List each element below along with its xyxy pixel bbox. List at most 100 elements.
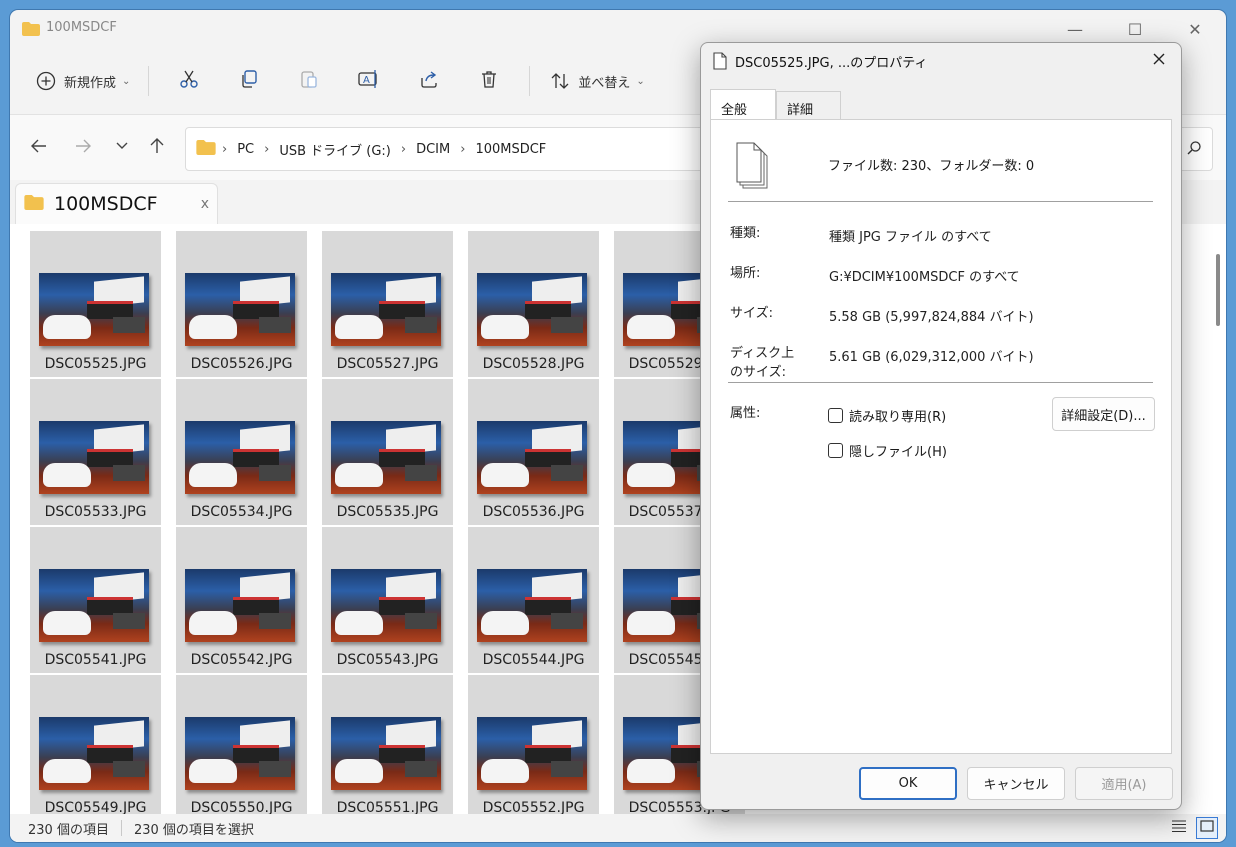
file-tile[interactable]: DSC05535.JPG [322, 379, 453, 525]
divider [728, 201, 1153, 202]
image-thumbnail [477, 421, 587, 494]
file-tile[interactable]: DSC05536.JPG [468, 379, 599, 525]
tab-general[interactable]: 全般 [710, 89, 776, 119]
cut-button[interactable] [159, 61, 219, 101]
type-label: 種類: [730, 226, 761, 241]
new-button[interactable]: 新規作成 ⌄ [26, 61, 138, 101]
sort-label: 並べ替え [578, 75, 631, 91]
breadcrumb-usb-drive[interactable]: USB ドライブ (G:) [279, 140, 391, 159]
details-view-button[interactable] [1168, 817, 1190, 839]
breadcrumb-dcim[interactable]: DCIM [416, 142, 450, 157]
tab-close-button[interactable]: x [201, 196, 209, 212]
vertical-scrollbar[interactable] [1216, 254, 1220, 326]
chevron-down-icon [115, 139, 129, 157]
type-value: 種類 JPG ファイル のすべて [829, 230, 992, 245]
item-count: 230 個の項目 [28, 822, 109, 838]
file-tile[interactable]: DSC05552.JPG [468, 675, 599, 814]
dialog-close-button[interactable] [1145, 47, 1173, 75]
rename-icon: A [358, 69, 380, 93]
sort-button[interactable]: 並べ替え ⌄ [540, 61, 652, 101]
share-button[interactable] [399, 61, 459, 101]
apply-button[interactable]: 適用(A) [1075, 767, 1173, 800]
file-name: DSC05544.JPG [482, 652, 585, 668]
search-icon[interactable] [1186, 140, 1202, 160]
file-tile[interactable]: DSC05527.JPG [322, 231, 453, 377]
rename-button[interactable]: A [339, 61, 399, 101]
paste-button[interactable] [279, 61, 339, 101]
file-tile[interactable]: DSC05549.JPG [30, 675, 161, 814]
image-thumbnail [477, 717, 587, 790]
folder-icon [22, 22, 40, 40]
hidden-label: 隠しファイル(H) [849, 445, 947, 460]
disk-size-label-line2: のサイズ: [730, 365, 786, 380]
checkbox-box[interactable] [828, 443, 843, 458]
checkbox-box[interactable] [828, 408, 843, 423]
status-bar: 230 個の項目 230 個の項目を選択 [10, 814, 1226, 842]
large-icons-view-button[interactable] [1196, 817, 1218, 839]
view-switcher [1168, 817, 1218, 839]
file-tile[interactable]: DSC05541.JPG [30, 527, 161, 673]
toolbar-divider [529, 66, 531, 96]
advanced-button[interactable]: 詳細設定(D)... [1052, 397, 1155, 431]
list-icon [1172, 820, 1186, 836]
chevron-down-icon: ⌄ [122, 75, 131, 87]
arrow-left-icon [30, 137, 48, 159]
divider [728, 382, 1153, 383]
file-tile[interactable]: DSC05533.JPG [30, 379, 161, 525]
file-tile[interactable]: DSC05525.JPG [30, 231, 161, 377]
tab-100msdcf[interactable]: 100MSDCF x [15, 183, 218, 224]
breadcrumb-pc[interactable]: PC [237, 142, 254, 157]
image-thumbnail [331, 569, 441, 642]
file-tile[interactable]: DSC05543.JPG [322, 527, 453, 673]
up-button[interactable] [145, 136, 169, 160]
recent-locations-button[interactable] [110, 136, 134, 160]
tab-details[interactable]: 詳細 [776, 91, 841, 119]
readonly-checkbox[interactable]: 読み取り専用(R) [828, 406, 946, 425]
file-tile[interactable]: DSC05528.JPG [468, 231, 599, 377]
file-grid: DSC05525.JPG DSC05526.JPG DSC05527.JPG DSC0… [30, 231, 745, 814]
image-thumbnail [331, 421, 441, 494]
svg-text:A: A [363, 75, 370, 86]
toolbar-divider [148, 66, 150, 96]
cancel-button[interactable]: キャンセル [967, 767, 1065, 800]
plus-circle-icon [34, 69, 58, 93]
breadcrumb-100msdcf[interactable]: 100MSDCF [475, 142, 546, 157]
file-name: DSC05528.JPG [482, 356, 585, 372]
breadcrumb-separator: › [460, 141, 466, 157]
back-button[interactable] [27, 136, 51, 160]
file-name: DSC05542.JPG [190, 652, 293, 668]
properties-dialog: DSC05525.JPG, ...のプロパティ 全般 詳細 ファイル数: 230… [700, 42, 1182, 810]
forward-button[interactable] [71, 136, 95, 160]
file-tile[interactable]: DSC05526.JPG [176, 231, 307, 377]
selected-count: 230 個の項目を選択 [133, 822, 254, 838]
tab-label: 100MSDCF [54, 193, 158, 215]
copy-icon [239, 69, 259, 93]
image-thumbnail [39, 421, 149, 494]
file-tile[interactable]: DSC05551.JPG [322, 675, 453, 814]
file-name: DSC05541.JPG [44, 652, 147, 668]
file-tile[interactable]: DSC05550.JPG [176, 675, 307, 814]
file-tile[interactable]: DSC05534.JPG [176, 379, 307, 525]
file-name: DSC05533.JPG [44, 504, 147, 520]
breadcrumb-separator: › [264, 141, 270, 157]
general-panel: ファイル数: 230、フォルダー数: 0 種類: 種類 JPG ファイル のすべ… [710, 119, 1172, 754]
close-icon [1152, 52, 1166, 70]
hidden-checkbox[interactable]: 隠しファイル(H) [828, 441, 947, 460]
ok-button[interactable]: OK [859, 767, 957, 800]
image-thumbnail [331, 273, 441, 346]
copy-button[interactable] [219, 61, 279, 101]
delete-button[interactable] [459, 61, 519, 101]
image-thumbnail [39, 569, 149, 642]
file-name: DSC05526.JPG [190, 356, 293, 372]
paste-icon [299, 69, 319, 93]
file-tile[interactable]: DSC05544.JPG [468, 527, 599, 673]
file-name: DSC05551.JPG [336, 800, 439, 814]
image-thumbnail [477, 273, 587, 346]
file-name: DSC05525.JPG [44, 356, 147, 372]
folder-icon [24, 194, 44, 214]
file-tile[interactable]: DSC05542.JPG [176, 527, 307, 673]
file-name: DSC05535.JPG [336, 504, 439, 520]
image-thumbnail [185, 273, 295, 346]
disk-size-label-line1: ディスク上 [730, 346, 795, 361]
image-thumbnail [185, 569, 295, 642]
